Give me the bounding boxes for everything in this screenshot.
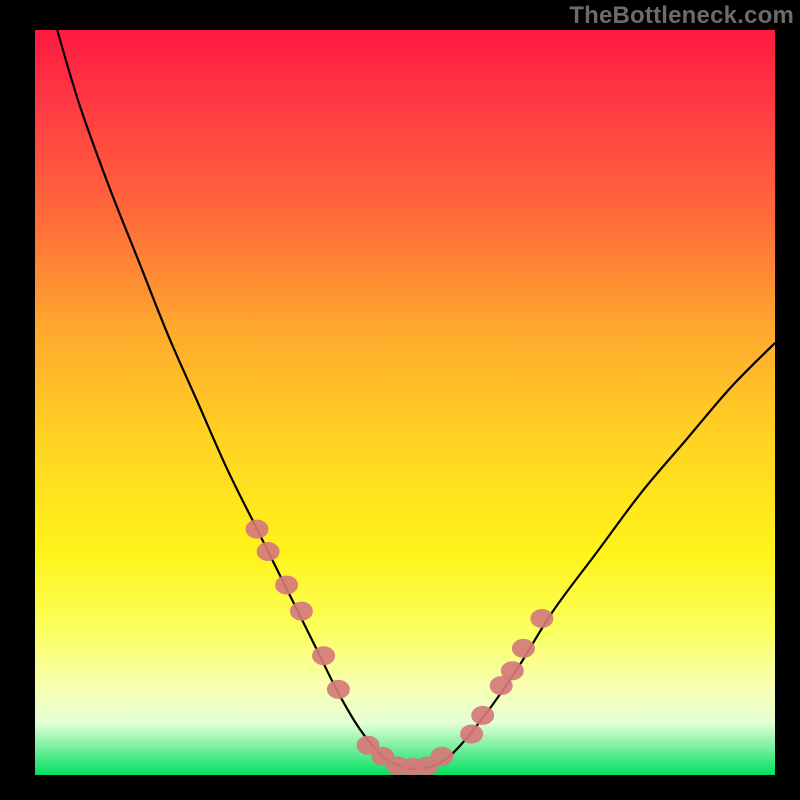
highlight-marker [431,747,453,765]
highlight-marker [512,639,534,657]
highlight-marker [501,662,523,680]
plot-area [35,30,775,775]
highlight-marker [290,602,312,620]
marker-group [246,520,553,775]
highlight-marker [257,543,279,561]
watermark-text: TheBottleneck.com [569,2,794,30]
highlight-marker [461,725,483,743]
highlight-marker [276,576,298,594]
highlight-marker [246,520,268,538]
plot-svg [35,30,775,775]
chart-frame: TheBottleneck.com [0,0,800,800]
highlight-marker [313,647,335,665]
highlight-marker [531,610,553,628]
highlight-marker [327,680,349,698]
highlight-marker [472,706,494,724]
bottleneck-curve [57,30,775,769]
